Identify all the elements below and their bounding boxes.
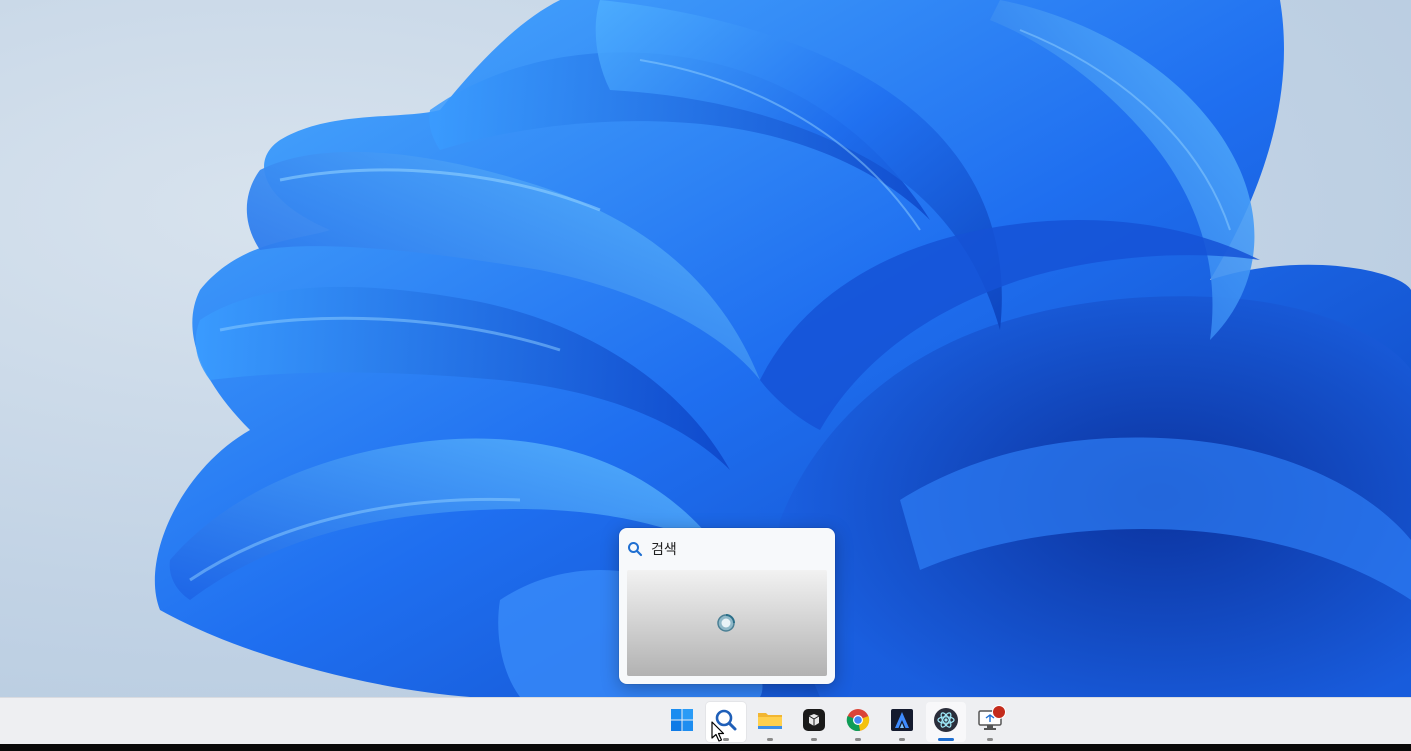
- a-logo-icon: [890, 708, 914, 736]
- search-flyout-title: 검색: [651, 542, 677, 558]
- running-indicator: [899, 738, 905, 741]
- screen-bottom-edge: [0, 744, 1411, 751]
- active-indicator: [938, 738, 954, 741]
- search-icon: [627, 541, 643, 557]
- chrome-icon: [846, 708, 870, 736]
- running-indicator: [855, 738, 861, 741]
- chrome-button[interactable]: [838, 702, 878, 742]
- windows-logo-icon: [670, 708, 694, 736]
- electron-button[interactable]: [926, 702, 966, 742]
- app-box-button[interactable]: [794, 702, 834, 742]
- running-indicator: [987, 738, 993, 741]
- search-window-thumbnail[interactable]: [627, 570, 827, 676]
- search-preview-flyout[interactable]: 검색: [619, 528, 835, 684]
- search-flyout-header: 검색: [627, 538, 677, 560]
- running-indicator: [811, 738, 817, 741]
- a-logo-app-button[interactable]: [882, 702, 922, 742]
- taskbar: [0, 697, 1411, 745]
- mouse-cursor-icon: [711, 721, 725, 742]
- remote-desktop-button[interactable]: [970, 702, 1010, 742]
- file-explorer-button[interactable]: [750, 702, 790, 742]
- running-indicator: [767, 738, 773, 741]
- notification-badge: [992, 705, 1006, 719]
- loading-spinner-icon: [716, 613, 736, 633]
- electron-icon: [933, 707, 959, 737]
- folder-icon: [757, 708, 783, 736]
- start-button[interactable]: [662, 702, 702, 742]
- black-box-app-icon: [802, 708, 826, 736]
